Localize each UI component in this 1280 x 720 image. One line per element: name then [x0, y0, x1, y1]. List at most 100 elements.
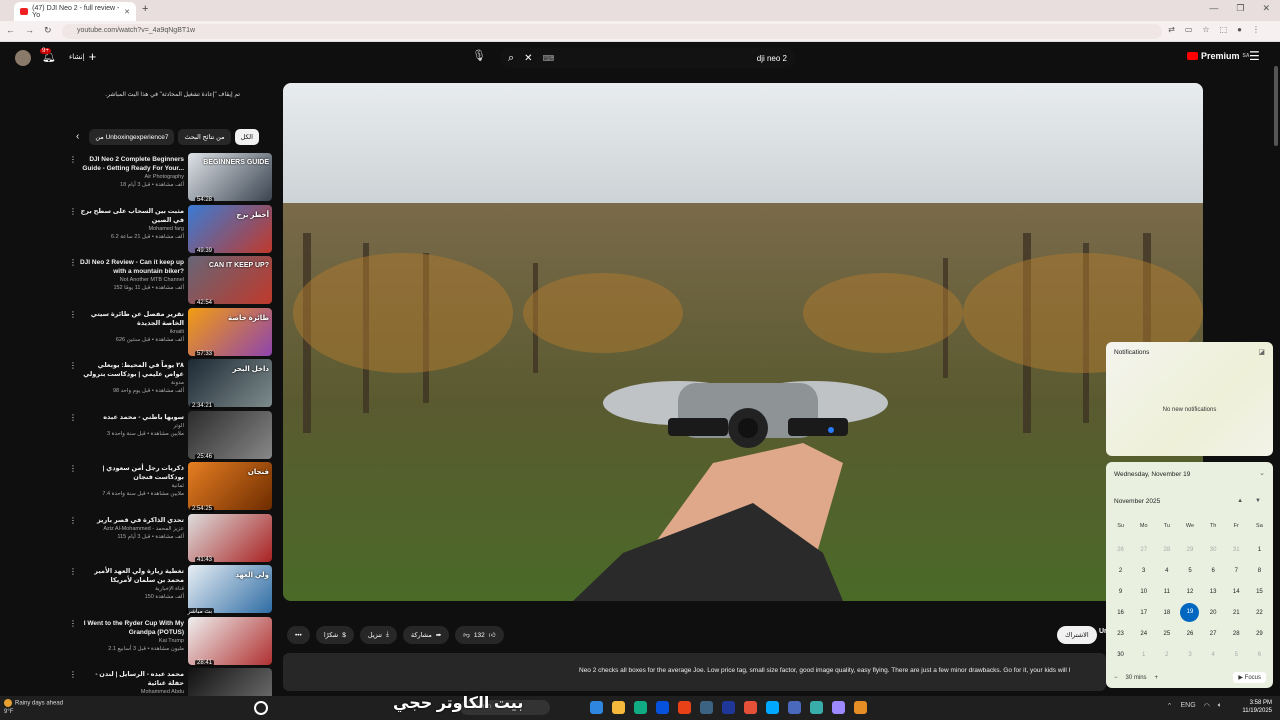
taskbar-app-icon[interactable]: [700, 701, 713, 714]
subscribe-button[interactable]: الاشتراك: [1057, 626, 1097, 644]
search-icon[interactable]: ⌕: [508, 52, 514, 65]
recommendation-title[interactable]: سوبها باطني - محمد عبده: [78, 413, 184, 422]
calendar-day[interactable]: 9: [1109, 581, 1132, 602]
recommendation-channel[interactable]: مدونة: [78, 379, 184, 387]
calendar-day[interactable]: 1: [1248, 539, 1271, 560]
search-input[interactable]: dji neo 2: [757, 54, 787, 63]
avatar[interactable]: [15, 50, 31, 66]
calendar-day[interactable]: 8: [1248, 560, 1271, 581]
calendar-day[interactable]: 6: [1202, 560, 1225, 581]
keyboard-icon[interactable]: ⌨: [543, 54, 555, 63]
calendar-day[interactable]: 3: [1178, 644, 1201, 665]
calendar-day[interactable]: 14: [1225, 581, 1248, 602]
recommendation-channel[interactable]: Mohamed farg: [78, 225, 184, 233]
microphone-icon[interactable]: 🎙︎: [472, 49, 486, 62]
extensions-icon[interactable]: ⬚: [1220, 25, 1228, 34]
collapse-calendar-icon[interactable]: ⌄: [1259, 469, 1265, 477]
minimize-button[interactable]: —: [1209, 3, 1218, 14]
tray-overflow-icon[interactable]: ⌃: [1167, 702, 1173, 710]
calendar-day[interactable]: 17: [1132, 602, 1155, 623]
translate-icon[interactable]: ⇄: [1168, 25, 1175, 34]
like-icon[interactable]: 👍︎: [489, 631, 496, 639]
recommendation-channel[interactable]: Mohammed Abdu: [78, 688, 184, 696]
focus-button[interactable]: ▶ Focus: [1233, 672, 1266, 683]
video-player[interactable]: [283, 83, 1203, 601]
calendar-day[interactable]: 15: [1248, 581, 1271, 602]
calendar-day[interactable]: 27: [1132, 539, 1155, 560]
calendar-day[interactable]: 6: [1248, 644, 1271, 665]
more-options-icon[interactable]: ⋮: [69, 464, 77, 473]
calendar-day[interactable]: 1: [1132, 644, 1155, 665]
more-options-icon[interactable]: ⋮: [69, 155, 77, 164]
calendar-month[interactable]: November 2025: [1114, 498, 1160, 505]
recommendation-title[interactable]: مثبت بين السحاب على سطح برج في الصين: [78, 207, 184, 225]
more-options-icon[interactable]: ⋮: [69, 413, 77, 422]
recommendation-thumbnail[interactable]: [188, 513, 272, 562]
recommendation-item[interactable]: ⋮ I Went to the Ryder Cup With My Grandp…: [66, 616, 272, 669]
recommendation-title[interactable]: DJI Neo 2 Complete Beginners Guide - Get…: [78, 155, 184, 173]
calendar-day[interactable]: 29: [1248, 623, 1271, 644]
calendar-day[interactable]: 20: [1202, 602, 1225, 623]
taskbar-app-icon[interactable]: [744, 701, 757, 714]
new-tab-button[interactable]: +: [142, 3, 148, 15]
chevron-left-icon[interactable]: ‹: [76, 131, 79, 142]
recommendation-title[interactable]: تحدي الذاكرة في قصر باريز: [78, 516, 184, 525]
more-options-icon[interactable]: ⋮: [69, 619, 77, 628]
more-options-icon[interactable]: ⋮: [69, 310, 77, 319]
recommendation-item[interactable]: ⋮ ٢٨ يوماً في المحيط: بوبعلي غواص عليمي …: [66, 359, 272, 411]
youtube-premium-logo[interactable]: Premium SA: [1187, 51, 1249, 61]
url-field[interactable]: youtube.com/watch?v=_4a9qNgBT1w: [62, 24, 1162, 39]
recommendation-item[interactable]: ⋮ سوبها باطني - محمد عبده الوتر 3 ملايين…: [66, 410, 272, 463]
search-box[interactable]: ⌕ ✕ ⌨ dji neo 2: [500, 48, 795, 68]
clear-search-icon[interactable]: ✕: [524, 53, 532, 64]
taskbar-app-icon[interactable]: [766, 701, 779, 714]
recommendation-item[interactable]: ⋮ تقرير مفصل عن طائرة سيتي الخاصة الجديد…: [66, 307, 272, 360]
taskbar-clock[interactable]: 3:58 PM 11/19/2025: [1242, 699, 1272, 715]
chip-all[interactable]: الكل: [234, 128, 259, 145]
calendar-day[interactable]: 4: [1155, 560, 1178, 581]
calendar-day[interactable]: 26: [1178, 623, 1201, 644]
calendar-day[interactable]: 5: [1178, 560, 1201, 581]
focus-decrease-button[interactable]: −: [1114, 675, 1118, 681]
restore-button[interactable]: ❐: [1236, 3, 1244, 14]
recommendation-item[interactable]: ⋮ تحدي الذاكرة في قصر باريز Aziz Al-Moha…: [66, 513, 272, 566]
recommendation-title[interactable]: DJI Neo 2 Review - Can it keep up with a…: [78, 258, 184, 276]
recommendation-thumbnail[interactable]: فنجان: [188, 462, 272, 510]
chip-from-search[interactable]: من نتائج البحث: [178, 128, 231, 145]
thanks-button[interactable]: شكرًا $: [315, 626, 354, 644]
dislike-icon[interactable]: 👎︎: [463, 631, 470, 639]
recommendation-channel[interactable]: Kai Trump: [78, 637, 184, 645]
calendar-day[interactable]: 18: [1155, 602, 1178, 623]
recommendation-thumbnail[interactable]: [188, 616, 272, 665]
do-not-disturb-icon[interactable]: ◪: [1258, 348, 1265, 356]
close-tab-icon[interactable]: ✕: [124, 8, 130, 16]
more-options-icon[interactable]: ⋮: [69, 361, 77, 370]
recommendation-item[interactable]: ⋮ DJI Neo 2 Complete Beginners Guide - G…: [66, 153, 272, 205]
calendar-day[interactable]: 2: [1109, 560, 1132, 581]
more-actions-button[interactable]: •••: [287, 626, 310, 644]
calendar-day[interactable]: 7: [1225, 560, 1248, 581]
calendar-day[interactable]: 28: [1155, 539, 1178, 560]
volume-icon[interactable]: 🔈︎: [1218, 702, 1222, 710]
calendar-day[interactable]: 21: [1225, 602, 1248, 623]
download-button[interactable]: تنزيل ⤓: [359, 626, 397, 644]
calendar-day[interactable]: 24: [1132, 623, 1155, 644]
wifi-icon[interactable]: ◠: [1204, 702, 1210, 710]
recommendation-title[interactable]: تقرير مفصل عن طائرة سيتي الخاصة الجديدة: [78, 310, 184, 328]
share-button[interactable]: مشاركة ➦: [402, 626, 450, 644]
next-month-icon[interactable]: ▼: [1255, 498, 1261, 504]
calendar-day[interactable]: 30: [1109, 644, 1132, 665]
recommendation-channel[interactable]: Air Photography: [78, 173, 184, 181]
recommendation-title[interactable]: ٢٨ يوماً في المحيط: بوبعلي غواص عليمي | …: [78, 361, 184, 379]
back-icon[interactable]: ←: [6, 25, 15, 36]
calendar-day-today[interactable]: 19: [1178, 602, 1201, 623]
recommendation-thumbnail[interactable]: [188, 410, 272, 459]
previous-month-icon[interactable]: ▲: [1237, 498, 1243, 504]
calendar-day[interactable]: 3: [1132, 560, 1155, 581]
calendar-day[interactable]: 25: [1155, 623, 1178, 644]
recommendation-channel[interactable]: Aziz Al-Mohammed - عزيز المحمد: [78, 525, 184, 533]
chip-from-channel[interactable]: من Unboxingexperience7: [89, 128, 175, 145]
close-window-button[interactable]: ✕: [1262, 3, 1270, 14]
recommendation-thumbnail[interactable]: BEGINNERS GUIDE: [188, 153, 272, 201]
browser-tab[interactable]: (47) DJI Neo 2 - full review - Yo ✕: [14, 2, 136, 21]
